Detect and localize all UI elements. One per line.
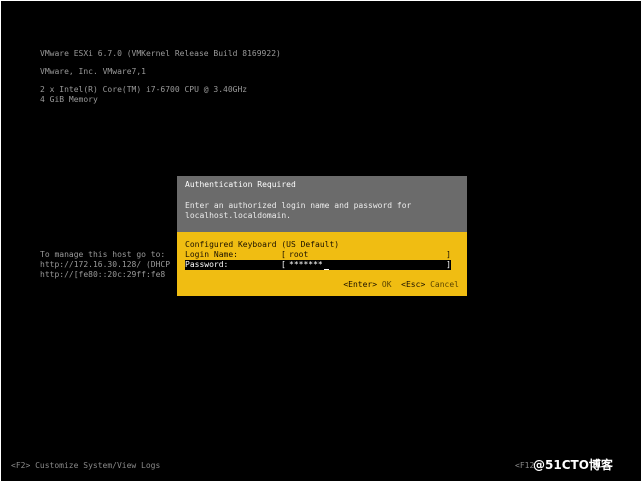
auth-dialog-header: Authentication Required Enter an authori… <box>177 176 467 232</box>
password-input[interactable]: ******* <box>289 260 323 269</box>
login-name-label: Login Name: <box>185 250 238 259</box>
product-version: VMware ESXi 6.7.0 (VMKernel Release Buil… <box>40 49 281 58</box>
enter-key-hint: <Enter> <box>343 280 378 289</box>
login-name-input[interactable]: root <box>289 250 308 260</box>
password-label: Password: <box>185 260 229 269</box>
field-bracket-close: ] <box>446 260 451 269</box>
dialog-message-line: localhost.localdomain. <box>185 211 291 220</box>
hardware-vendor: VMware, Inc. VMware7,1 <box>40 67 146 76</box>
ok-button[interactable]: <Enter> OK <box>343 280 391 289</box>
cancel-label: Cancel <box>430 280 459 289</box>
password-field[interactable]: Password: [ ******* ] <box>185 260 451 270</box>
system-info: VMware ESXi 6.7.0 (VMKernel Release Buil… <box>40 49 281 105</box>
dialog-actions: <Enter> OK <Esc> Cancel <box>343 280 459 290</box>
login-name-field[interactable]: Login Name: [ root ] <box>185 250 451 260</box>
text-cursor <box>323 269 329 270</box>
manage-ipv6-url: http://[fe80::20c:29ff:fe8 <box>40 270 166 279</box>
cpu-info: 2 x Intel(R) Core(TM) i7-6700 CPU @ 3.40… <box>40 85 248 94</box>
management-info: To manage this host go to: http://172.16… <box>40 250 170 280</box>
auth-dialog-body: Configured Keyboard (US Default) Login N… <box>177 232 467 296</box>
cancel-button[interactable]: <Esc> Cancel <box>401 280 459 289</box>
manage-ipv4-url: http://172.16.30.128/ (DHCP) <box>40 260 170 269</box>
customize-system-hint[interactable]: <F2> Customize System/View Logs <box>11 461 160 471</box>
keyboard-layout-label: Configured Keyboard (US Default) <box>185 240 340 249</box>
dialog-message: Enter an authorized login name and passw… <box>185 201 411 221</box>
esc-key-hint: <Esc> <box>401 280 426 289</box>
manage-instructions: To manage this host go to: <box>40 250 166 259</box>
password-input-wrap[interactable]: ******* <box>289 260 329 270</box>
memory-info: 4 GiB Memory <box>40 95 98 104</box>
ok-label: OK <box>381 280 392 289</box>
dialog-title: Authentication Required <box>185 180 296 189</box>
dialog-message-line: Enter an authorized login name and passw… <box>185 201 412 210</box>
watermark: @51CTO博客 <box>533 458 613 472</box>
field-bracket-open: [ <box>281 250 286 259</box>
esxi-console-screen: VMware ESXi 6.7.0 (VMKernel Release Buil… <box>1 1 641 481</box>
field-bracket-close: ] <box>446 250 451 259</box>
field-bracket-open: [ <box>281 260 286 269</box>
